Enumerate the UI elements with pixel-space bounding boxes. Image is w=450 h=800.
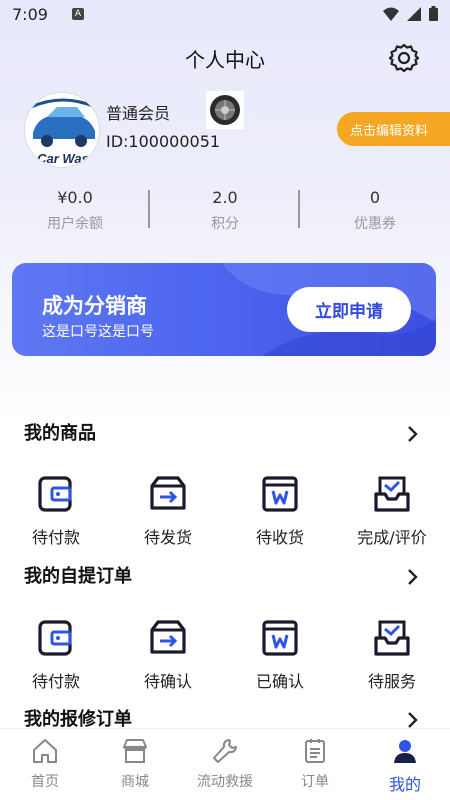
item-label: 待发货 <box>143 528 192 547</box>
coupons-label: 优惠券 <box>354 216 396 232</box>
goods-completed-review[interactable]: 完成/评价 <box>336 474 448 548</box>
account-stats: ¥0.0 用户余额 2.0 积分 0 优惠券 <box>0 188 450 236</box>
coupons-value: 0 <box>369 188 381 207</box>
section-my-goods[interactable]: 我的商品 <box>24 419 426 449</box>
notification-a-icon: A <box>71 8 84 20</box>
user-icon <box>394 740 416 763</box>
stat-divider <box>148 190 150 228</box>
balance-value: ¥0.0 <box>57 188 93 207</box>
section-title: 我的自提订单 <box>24 566 132 587</box>
store-icon <box>123 739 147 763</box>
goods-pending-payment[interactable]: 待付款 <box>0 474 112 548</box>
chevron-right-icon <box>408 426 418 442</box>
pickup-confirmed[interactable]: 已确认 <box>224 618 336 692</box>
signal-icon <box>407 6 421 21</box>
goods-pending-receipt[interactable]: 待收货 <box>224 474 336 548</box>
tab-mobile-rescue[interactable]: 流动救援 <box>180 737 270 791</box>
pickup-pending-service[interactable]: 待服务 <box>336 618 448 692</box>
tab-label: 首页 <box>31 774 59 790</box>
gear-icon <box>388 43 420 73</box>
status-time: 7:09 <box>12 4 48 24</box>
member-level: 普通会员 <box>106 104 171 123</box>
item-label: 待服务 <box>367 672 416 691</box>
chevron-right-icon <box>408 712 418 728</box>
tab-label: 我的 <box>388 775 421 794</box>
settings-button[interactable] <box>388 42 420 74</box>
order-list-icon <box>305 739 325 763</box>
tab-mine[interactable]: 我的 <box>360 737 450 795</box>
pickup-pending-payment[interactable]: 待付款 <box>0 618 112 692</box>
ship-box-icon <box>150 476 186 510</box>
tab-home[interactable]: 首页 <box>0 737 90 791</box>
item-label: 待付款 <box>31 528 80 547</box>
tab-orders[interactable]: 订单 <box>270 737 360 791</box>
home-icon <box>33 739 57 763</box>
check-tray-icon <box>374 476 410 512</box>
chevron-right-icon <box>408 569 418 585</box>
status-indicators <box>383 6 438 21</box>
edit-profile-button[interactable]: 点击编辑资料 <box>337 112 450 146</box>
receive-box-icon <box>262 476 298 512</box>
apply-now-button[interactable]: 立即申请 <box>287 287 411 332</box>
wrench-icon <box>213 739 237 763</box>
item-label: 完成/评价 <box>357 528 427 547</box>
wallet-icon <box>38 476 72 512</box>
ship-box-icon <box>150 620 186 654</box>
bottom-tab-bar: 首页 商城 流动救援 订单 我的 <box>0 728 450 800</box>
banner-subtitle: 这是口号这是口号 <box>42 324 154 340</box>
tire-icon <box>210 95 240 125</box>
tab-label: 流动救援 <box>197 774 253 790</box>
points-stat[interactable]: 2.0 积分 <box>150 188 300 233</box>
section-pickup-orders[interactable]: 我的自提订单 <box>24 562 426 592</box>
balance-stat[interactable]: ¥0.0 用户余额 <box>0 188 150 233</box>
goods-order-row: 待付款 待发货 待收货 完成/评价 <box>0 474 450 554</box>
pickup-pending-confirm[interactable]: 待确认 <box>112 618 224 692</box>
item-label: 已确认 <box>255 672 304 691</box>
wallet-icon <box>38 620 72 656</box>
stat-divider <box>298 190 300 228</box>
battery-icon <box>429 6 438 21</box>
tire-image[interactable] <box>206 91 244 129</box>
check-tray-icon <box>374 620 410 656</box>
section-title: 我的报修订单 <box>24 709 132 730</box>
avatar[interactable]: Car Was <box>24 92 100 168</box>
pickup-order-row: 待付款 待确认 已确认 待服务 <box>0 618 450 698</box>
banner-title: 成为分销商 <box>42 294 147 318</box>
tab-label: 商城 <box>121 774 149 790</box>
points-value: 2.0 <box>212 188 238 207</box>
section-title: 我的商品 <box>24 423 96 444</box>
points-label: 积分 <box>211 216 239 232</box>
tab-store[interactable]: 商城 <box>90 737 180 791</box>
goods-pending-shipment[interactable]: 待发货 <box>112 474 224 548</box>
coupons-stat[interactable]: 0 优惠券 <box>300 188 450 233</box>
user-id: ID:100000051 <box>106 132 221 151</box>
car-wash-logo-image: Car Was <box>25 93 99 167</box>
distributor-banner[interactable]: 成为分销商 这是口号这是口号 立即申请 <box>12 263 436 356</box>
status-bar: 7:09 A <box>0 0 450 28</box>
receive-box-icon <box>262 620 298 656</box>
wifi-icon <box>383 7 399 21</box>
item-label: 待付款 <box>31 672 80 691</box>
balance-label: 用户余额 <box>47 216 103 232</box>
page-title: 个人中心 <box>185 48 265 72</box>
item-label: 待确认 <box>143 672 192 691</box>
item-label: 待收货 <box>255 528 304 547</box>
tab-label: 订单 <box>301 774 329 790</box>
